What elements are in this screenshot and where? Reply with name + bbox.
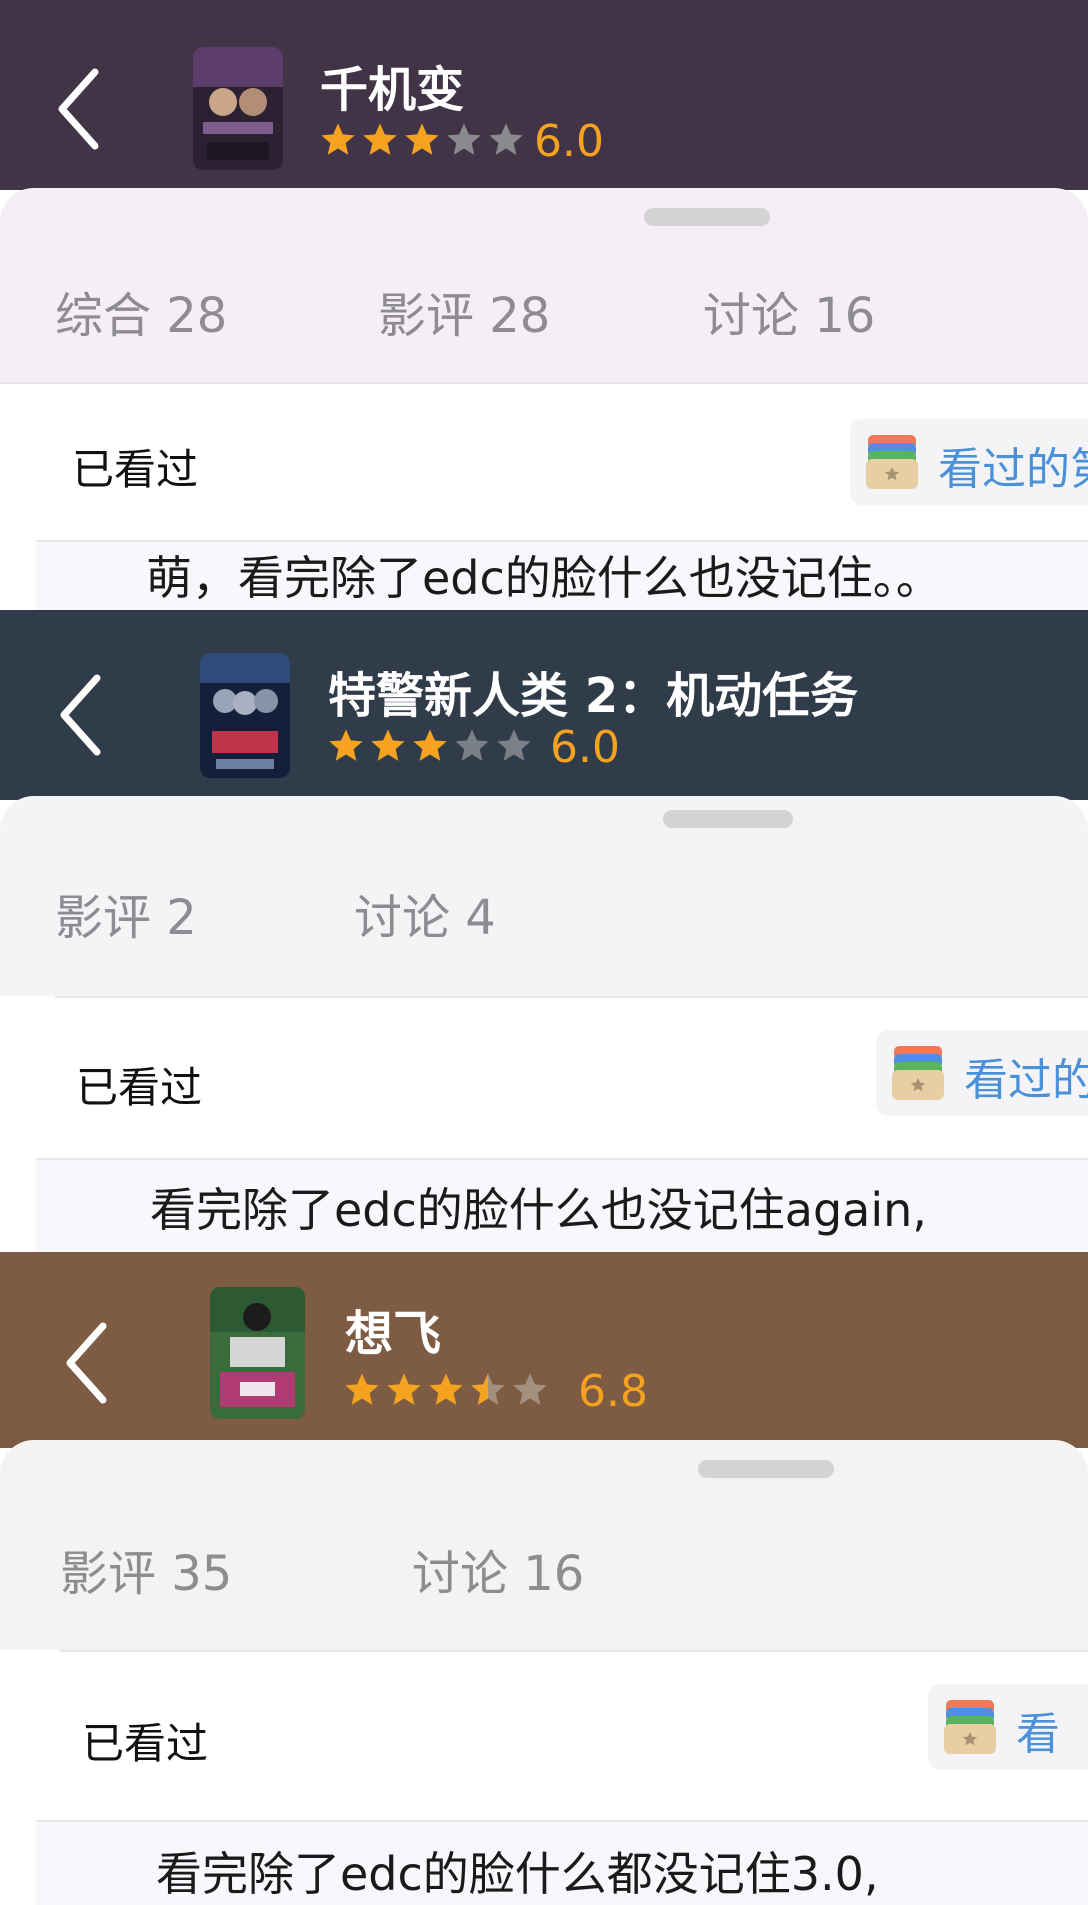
movie-title: 想飞 — [345, 1306, 442, 1362]
divider — [60, 1650, 1088, 1652]
bottom-sheet: 影评 2 讨论 4 — [0, 796, 1088, 1006]
tab-reviews[interactable]: 影评 28 — [378, 276, 550, 346]
movie-poster[interactable] — [210, 1287, 305, 1419]
movie-block-2: 特警新人类 2：机动任务 6.0 影评 2 讨论 4 已看过 看过的 看完除了e… — [0, 610, 1088, 1252]
review-content: 已看过 看过的 看完除了edc的脸什么也没记住again, — [0, 996, 1088, 1252]
watched-status: 已看过 — [82, 1719, 209, 1768]
review-comment[interactable]: 看完除了edc的脸什么也没记住again, — [150, 1174, 927, 1240]
sheet-handle[interactable] — [663, 810, 793, 828]
rating-score: 6.0 — [550, 722, 620, 773]
watched-collection-label: 看过的 — [964, 1055, 1088, 1106]
rating-score: 6.8 — [578, 1366, 648, 1417]
movie-block-3: 想飞 6.8 影评 35 讨论 16 已看过 看 看完除了edc的脸什么都没记住… — [0, 1252, 1088, 1905]
tab-discussions[interactable]: 讨论 16 — [703, 276, 875, 346]
star-filled-icon — [368, 726, 408, 766]
star-filled-icon — [360, 120, 400, 160]
star-empty-icon — [444, 120, 484, 160]
movie-header: 千机变 6.0 — [0, 0, 1088, 190]
divider — [55, 996, 1088, 998]
star-empty-icon — [486, 120, 526, 160]
tab-reviews[interactable]: 影评 2 — [55, 878, 197, 948]
tab-discussions[interactable]: 讨论 16 — [412, 1534, 584, 1604]
watched-collection-chip[interactable]: 看 — [928, 1684, 1088, 1770]
sheet-handle[interactable] — [644, 208, 770, 226]
star-rating — [326, 726, 536, 766]
star-empty-icon — [494, 726, 534, 766]
star-half-icon — [468, 1370, 508, 1410]
tab-overview[interactable]: 综合 28 — [55, 276, 227, 346]
star-rating — [318, 120, 528, 160]
star-filled-icon — [326, 726, 366, 766]
divider — [0, 382, 1088, 384]
tab-reviews[interactable]: 影评 35 — [60, 1534, 232, 1604]
movie-poster[interactable] — [200, 653, 290, 778]
movie-block-1: 千机变 6.0 综合 28 影评 28 讨论 16 已看过 看过的第 萌，看完除… — [0, 0, 1088, 610]
star-rating — [342, 1370, 552, 1410]
movie-title: 千机变 — [320, 62, 465, 118]
back-chevron-icon[interactable] — [58, 1318, 118, 1408]
watched-status: 已看过 — [72, 445, 199, 494]
watched-status: 已看过 — [76, 1063, 203, 1112]
star-filled-icon — [318, 120, 358, 160]
movie-title: 特警新人类 2：机动任务 — [328, 668, 859, 724]
back-chevron-icon[interactable] — [52, 670, 112, 760]
watched-collection-chip[interactable]: 看过的第 — [850, 419, 1088, 505]
watched-collection-label: 看过的第 — [938, 444, 1088, 495]
card-stack-icon — [890, 1044, 946, 1102]
sheet-handle[interactable] — [698, 1460, 834, 1478]
bottom-sheet: 综合 28 影评 28 讨论 16 — [0, 188, 1088, 388]
watched-collection-label: 看 — [1016, 1709, 1060, 1760]
review-content: 已看过 看过的第 萌，看完除了edc的脸什么也没记住。。 — [0, 382, 1088, 610]
rating-score: 6.0 — [534, 116, 604, 167]
watched-collection-chip[interactable]: 看过的 — [876, 1030, 1088, 1116]
card-stack-icon — [864, 433, 920, 491]
star-filled-icon — [410, 726, 450, 766]
tab-discussions[interactable]: 讨论 4 — [354, 878, 496, 948]
star-empty-icon — [452, 726, 492, 766]
movie-poster[interactable] — [193, 47, 283, 170]
star-empty-icon — [510, 1370, 550, 1410]
star-filled-icon — [426, 1370, 466, 1410]
star-filled-icon — [342, 1370, 382, 1410]
back-chevron-icon[interactable] — [50, 64, 110, 154]
card-stack-icon — [942, 1698, 998, 1756]
movie-header: 想飞 6.8 — [0, 1252, 1088, 1448]
bottom-sheet: 影评 35 讨论 16 — [0, 1440, 1088, 1664]
review-comment[interactable]: 看完除了edc的脸什么都没记住3.0, — [156, 1838, 879, 1904]
star-filled-icon — [402, 120, 442, 160]
review-comment[interactable]: 萌，看完除了edc的脸什么也没记住。。 — [146, 542, 942, 608]
star-filled-icon — [384, 1370, 424, 1410]
movie-header: 特警新人类 2：机动任务 6.0 — [0, 610, 1088, 800]
review-content: 已看过 看 看完除了edc的脸什么都没记住3.0, — [0, 1650, 1088, 1905]
